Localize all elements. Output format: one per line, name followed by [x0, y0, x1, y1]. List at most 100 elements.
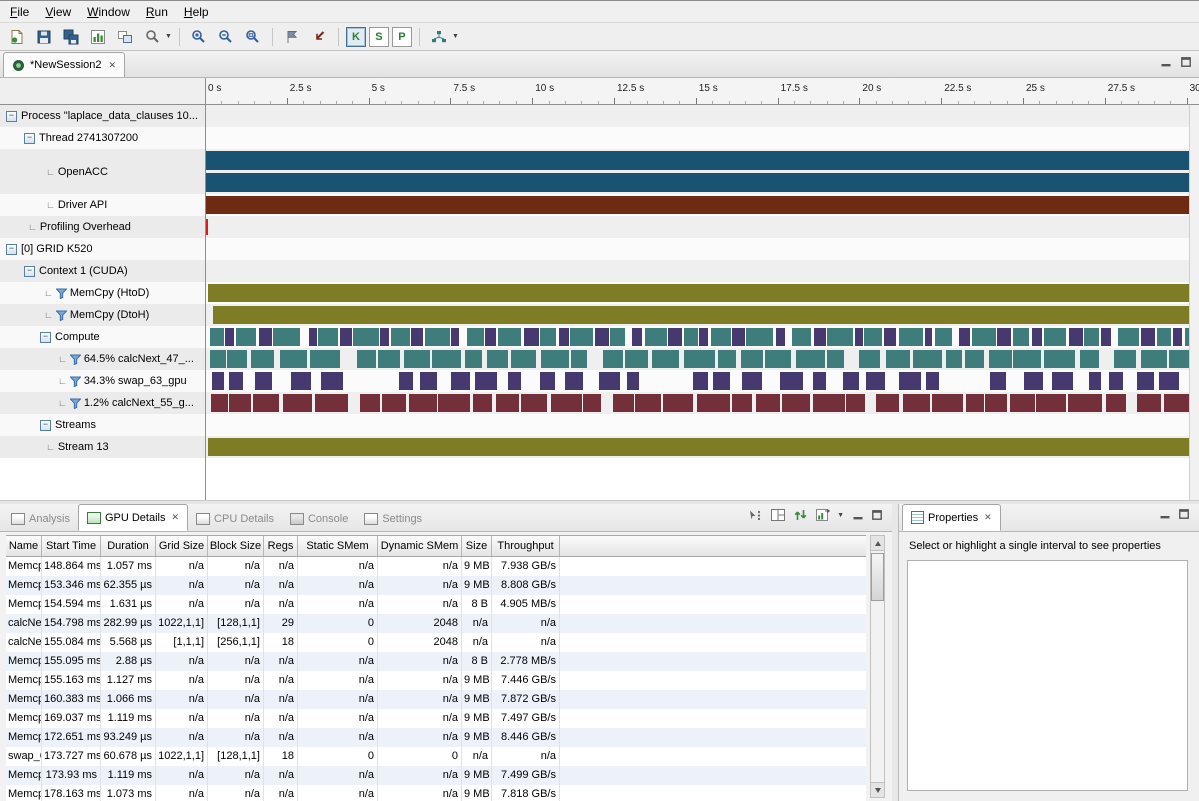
- timeline-interval[interactable]: [603, 350, 623, 368]
- close-icon[interactable]: ✕: [109, 60, 117, 71]
- timeline-interval[interactable]: [1036, 394, 1065, 412]
- timeline-interval[interactable]: [391, 328, 409, 346]
- timeline-lane-context-1-cuda[interactable]: [205, 260, 1199, 282]
- timeline-interval[interactable]: [1157, 328, 1171, 346]
- timeline-interval[interactable]: [498, 328, 522, 346]
- timeline-interval[interactable]: [627, 372, 639, 390]
- timeline-interval[interactable]: [551, 394, 582, 412]
- stream-toggle-button[interactable]: S: [369, 27, 389, 47]
- timeline-interval[interactable]: [1052, 372, 1073, 390]
- timeline-interval[interactable]: [972, 328, 996, 346]
- tree-row-compute[interactable]: −Compute: [0, 326, 205, 348]
- table-scrollbar[interactable]: [870, 535, 885, 798]
- timeline-lane-64-5-calcnext-47[interactable]: [205, 348, 1199, 370]
- collapse-toggle-icon[interactable]: −: [24, 133, 35, 144]
- timeline-lane-memcpy-htod[interactable]: [205, 282, 1199, 304]
- column-header-name[interactable]: Name: [6, 536, 42, 556]
- scroll-down-icon[interactable]: [871, 782, 884, 797]
- layout-icon[interactable]: [771, 509, 785, 521]
- timeline-interval[interactable]: [903, 394, 930, 412]
- timeline-interval[interactable]: [340, 328, 352, 346]
- sync-icon[interactable]: [794, 509, 807, 521]
- tree-row-openacc[interactable]: ∟OpenACC: [0, 149, 205, 194]
- timeline-interval[interactable]: [496, 394, 519, 412]
- timeline-interval[interactable]: [1141, 350, 1167, 368]
- timeline-interval[interactable]: [985, 394, 1006, 412]
- table-row[interactable]: calcNext154.798 ms282.99 µs1022,1,1][128…: [6, 614, 866, 633]
- timeline-lane-openacc[interactable]: [205, 149, 1199, 194]
- timeline-interval[interactable]: [899, 372, 921, 390]
- tab-console[interactable]: Console: [282, 506, 356, 531]
- timeline-interval[interactable]: [699, 328, 708, 346]
- timeline-lane-streams[interactable]: [205, 414, 1199, 436]
- table-row[interactable]: calcNext155.084 ms5.568 µs[1,1,1][256,1,…: [6, 633, 866, 652]
- table-row[interactable]: Memcpy155.095 ms2.88 µsn/an/an/an/an/a8 …: [6, 652, 866, 671]
- timeline-interval[interactable]: [684, 328, 698, 346]
- collapse-toggle-icon[interactable]: −: [6, 111, 17, 122]
- timeline-interval[interactable]: [205, 196, 1199, 214]
- column-header-dynamic-smem[interactable]: Dynamic SMem: [378, 536, 462, 556]
- table-row[interactable]: Memcpy155.163 ms1.127 msn/an/an/an/an/a9…: [6, 671, 866, 690]
- timeline-interval[interactable]: [565, 372, 583, 390]
- timeline-interval[interactable]: [236, 328, 256, 346]
- table-row[interactable]: Memcpy148.864 ms1.057 msn/an/an/an/an/a9…: [6, 557, 866, 576]
- timeline-interval[interactable]: [485, 328, 496, 346]
- timeline-interval[interactable]: [632, 328, 642, 346]
- menu-run[interactable]: Run: [138, 3, 176, 21]
- column-header-start-time[interactable]: Start Time: [42, 536, 101, 556]
- analysis-run-icon[interactable]: [427, 25, 451, 49]
- timeline-interval[interactable]: [208, 438, 1199, 456]
- timeline-interval[interactable]: [225, 328, 234, 346]
- timeline-interval[interactable]: [886, 350, 911, 368]
- minimize-icon[interactable]: [1160, 509, 1170, 519]
- timeline-interval[interactable]: [697, 394, 730, 412]
- timeline-lane-1-2-calcnext-55-g[interactable]: [205, 392, 1199, 414]
- timeline-interval[interactable]: [926, 372, 939, 390]
- timeline-lane-34-3-swap-63-gpu[interactable]: [205, 370, 1199, 392]
- process-toggle-button[interactable]: P: [392, 27, 412, 47]
- tree-row-64-5-calcnext-47[interactable]: ∟64.5% calcNext_47_...: [0, 348, 205, 370]
- tree-row-driver-api[interactable]: ∟Driver API: [0, 194, 205, 216]
- tree-row-process-laplace-data-clauses-10[interactable]: −Process "laplace_data_clauses 10...: [0, 105, 205, 127]
- timeline-interval[interactable]: [1080, 350, 1098, 368]
- timeline-vertical-scrollbar[interactable]: [1189, 105, 1199, 500]
- timeline-interval[interactable]: [765, 350, 791, 368]
- timeline-interval[interactable]: [211, 394, 228, 412]
- timeline-interval[interactable]: [583, 394, 600, 412]
- timeline-ruler[interactable]: 0 s2.5 s5 s7.5 s10 s12.5 s15 s17.5 s20 s…: [205, 78, 1199, 105]
- timeline-interval[interactable]: [989, 350, 1012, 368]
- timeline-interval[interactable]: [843, 372, 859, 390]
- timeline-lane-thread-2741307200[interactable]: [205, 127, 1199, 149]
- table-row[interactable]: Memcpy178.163 ms1.073 msn/an/an/an/an/a9…: [6, 785, 866, 801]
- minimize-icon[interactable]: [1161, 57, 1171, 67]
- timeline-interval[interactable]: [813, 394, 845, 412]
- timeline-interval[interactable]: [652, 350, 679, 368]
- menu-file[interactable]: File: [2, 3, 37, 21]
- zoom-out-icon[interactable]: [214, 25, 238, 49]
- timeline-interval[interactable]: [913, 350, 941, 368]
- timeline-lane-process-laplace-data-clauses-10[interactable]: [205, 105, 1199, 127]
- timeline-interval[interactable]: [625, 350, 648, 368]
- tree-row-thread-2741307200[interactable]: −Thread 2741307200: [0, 127, 205, 149]
- column-header-throughput[interactable]: Throughput: [492, 536, 560, 556]
- timeline-interval[interactable]: [213, 306, 1199, 324]
- tree-row-memcpy-htod[interactable]: ∟MemCpy (HtoD): [0, 282, 205, 304]
- timeline-interval[interactable]: [756, 394, 780, 412]
- timeline-interval[interactable]: [732, 328, 745, 346]
- timeline-interval[interactable]: [866, 372, 885, 390]
- timeline-interval[interactable]: [321, 372, 344, 390]
- timeline-lane-profiling-overhead[interactable]: [205, 216, 1199, 238]
- timeline-interval[interactable]: [684, 350, 715, 368]
- timeline-interval[interactable]: [884, 328, 896, 346]
- pointer-icon[interactable]: [748, 509, 762, 521]
- column-header-duration[interactable]: Duration: [101, 536, 156, 556]
- timeline-interval[interactable]: [570, 328, 592, 346]
- menu-window[interactable]: Window: [79, 3, 138, 21]
- timeline-interval[interactable]: [1044, 328, 1066, 346]
- maximize-icon[interactable]: [1181, 57, 1191, 67]
- timeline-interval[interactable]: [741, 350, 763, 368]
- timeline-interval[interactable]: [813, 372, 827, 390]
- maximize-icon[interactable]: [872, 510, 882, 520]
- timeline-interval[interactable]: [205, 173, 1199, 192]
- table-row[interactable]: Memcpy173.93 ms1.119 msn/an/an/an/an/a9 …: [6, 766, 866, 785]
